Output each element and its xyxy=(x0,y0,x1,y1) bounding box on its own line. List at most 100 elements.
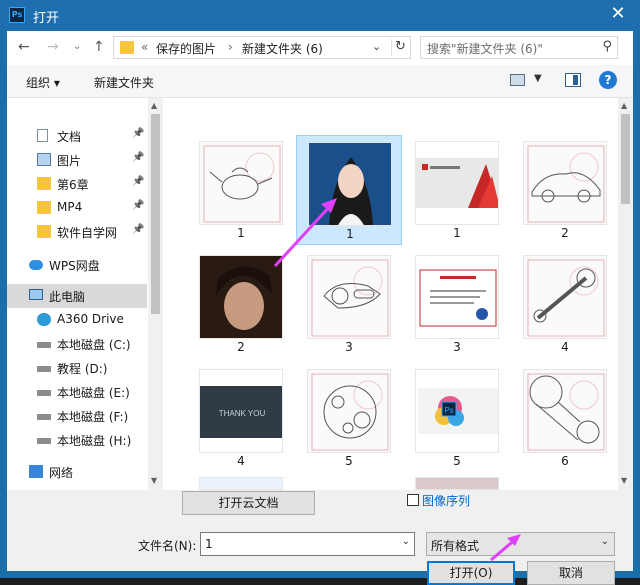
drive-icon xyxy=(37,390,51,396)
drive-icon xyxy=(37,366,51,372)
file-thumbnail xyxy=(199,141,283,225)
file-tile[interactable]: 1 xyxy=(296,135,402,245)
file-thumbnail xyxy=(523,141,607,225)
folder-icon xyxy=(120,41,134,54)
search-icon[interactable]: ⚲ xyxy=(602,39,612,54)
dialog-footer: 打开云文档 图像序列 文件名(N): 1 ⌄ 所有格式 ⌄ 打开(O) 取消 xyxy=(7,490,633,585)
pictures-icon xyxy=(37,153,51,166)
sidebar-item[interactable]: 教程 (D:) xyxy=(7,356,147,380)
filename-input[interactable]: 1 ⌄ xyxy=(200,532,415,556)
pin-icon[interactable]: 📌 xyxy=(132,128,144,139)
pin-icon[interactable]: 📌 xyxy=(132,224,144,235)
file-type-chevron-icon[interactable]: ⌄ xyxy=(601,536,609,547)
image-sequence-checkbox[interactable] xyxy=(407,494,419,506)
sidebar-item[interactable]: 本地磁盘 (F:) xyxy=(7,404,147,428)
content-scroll-up-icon[interactable]: ▲ xyxy=(621,101,627,110)
file-thumbnail: THANK YOU xyxy=(199,369,283,453)
pin-icon[interactable]: 📌 xyxy=(132,200,144,211)
file-tile[interactable]: 4 xyxy=(512,249,618,359)
sidebar-item[interactable]: 本地磁盘 (E:) xyxy=(7,380,147,404)
organize-menu[interactable]: 组织 ▾ xyxy=(26,74,60,91)
back-button[interactable]: ← xyxy=(18,39,30,55)
file-tile[interactable] xyxy=(404,477,510,490)
dialog-title: 打开 xyxy=(33,11,60,26)
sidebar-item-label: 教程 (D:) xyxy=(57,362,108,376)
file-tile[interactable] xyxy=(188,477,294,490)
content-scroll-down-icon[interactable]: ▼ xyxy=(621,476,627,485)
refresh-icon[interactable]: ↻ xyxy=(391,39,409,56)
sidebar-item[interactable]: MP4 📌 xyxy=(7,196,147,220)
sidebar-item[interactable]: 本地磁盘 (H:) xyxy=(7,428,147,452)
view-options-chevron-icon[interactable]: ▼ xyxy=(534,73,542,84)
new-folder-button[interactable]: 新建文件夹 xyxy=(94,74,154,91)
breadcrumb-saved-pictures[interactable]: 保存的图片 xyxy=(156,40,216,57)
annotation-arrow xyxy=(490,534,521,562)
file-name: 1 xyxy=(453,226,461,240)
file-tile[interactable]: 5 xyxy=(296,363,402,473)
file-tile[interactable]: 3 xyxy=(404,249,510,359)
address-row: ← → ⌄ ↑ « 保存的图片 › 新建文件夹 (6) ⌄ ↻ 搜索"新建文件夹… xyxy=(7,31,633,65)
file-name: 1 xyxy=(237,226,245,240)
sidebar-item-label: 文档 xyxy=(57,130,82,144)
file-tile[interactable]: 2 xyxy=(512,135,618,245)
filename-label: 文件名(N): xyxy=(138,539,197,553)
pin-icon[interactable]: 📌 xyxy=(132,152,144,163)
search-box[interactable]: 搜索"新建文件夹 (6)" ⚲ xyxy=(420,36,618,59)
sidebar-item[interactable]: 软件自学网 📌 xyxy=(7,220,147,244)
sidebar-item[interactable]: 文档 📌 xyxy=(7,124,147,148)
sidebar-item[interactable]: 此电脑 xyxy=(7,284,147,308)
recent-locations-chevron-icon[interactable]: ⌄ xyxy=(73,41,81,52)
sidebar-item[interactable]: 本地磁盘 (C:) xyxy=(7,332,147,356)
scroll-down-arrow-icon[interactable]: ▼ xyxy=(151,476,157,485)
sidebar-item[interactable]: A360 Drive xyxy=(7,308,147,332)
file-name: 6 xyxy=(561,454,569,468)
file-name: 3 xyxy=(345,340,353,354)
file-thumbnail xyxy=(307,255,391,339)
image-sequence-label[interactable]: 图像序列 xyxy=(422,492,470,509)
file-name: 2 xyxy=(561,226,569,240)
file-type-value: 所有格式 xyxy=(431,539,480,553)
help-icon[interactable]: ? xyxy=(599,71,617,89)
sidebar-item-label: 网络 xyxy=(49,466,74,480)
preview-pane-icon[interactable] xyxy=(565,73,581,87)
sidebar-scroll-thumb[interactable] xyxy=(151,114,160,314)
file-tile[interactable]: 1 xyxy=(188,135,294,245)
sidebar-item-label: 图片 xyxy=(57,154,82,168)
cloud-icon xyxy=(29,260,43,270)
open-cloud-document-button[interactable]: 打开云文档 xyxy=(182,491,315,515)
file-tile[interactable]: Ps 5 xyxy=(404,363,510,473)
file-name: 2 xyxy=(237,340,245,354)
dialog-body: ← → ⌄ ↑ « 保存的图片 › 新建文件夹 (6) ⌄ ↻ 搜索"新建文件夹… xyxy=(7,31,633,585)
file-name: 5 xyxy=(453,454,461,468)
view-mode-icon[interactable] xyxy=(510,74,525,86)
close-button[interactable]: ✕ xyxy=(606,3,630,24)
file-thumbnail xyxy=(307,369,391,453)
file-tile[interactable]: 2 xyxy=(188,249,294,359)
sidebar-item[interactable]: WPS网盘 xyxy=(7,253,147,277)
content-scroll-thumb[interactable] xyxy=(621,114,630,204)
scroll-up-arrow-icon[interactable]: ▲ xyxy=(151,101,157,110)
file-tile[interactable]: 6 xyxy=(512,363,618,473)
address-dropdown-chevron-icon[interactable]: ⌄ xyxy=(372,40,381,53)
breadcrumb-current-folder[interactable]: 新建文件夹 (6) xyxy=(242,40,323,57)
address-bar[interactable]: « 保存的图片 › 新建文件夹 (6) ⌄ ↻ xyxy=(113,36,411,59)
file-tile[interactable]: 3 xyxy=(296,249,402,359)
pin-icon[interactable]: 📌 xyxy=(132,176,144,187)
sidebar-item[interactable]: 图片 📌 xyxy=(7,148,147,172)
file-tile[interactable]: 1 xyxy=(404,135,510,245)
document-icon xyxy=(37,129,48,142)
sidebar-item-label: 本地磁盘 (H:) xyxy=(57,434,132,448)
sidebar-scrollbar[interactable]: ▲ ▼ xyxy=(148,98,163,490)
overflow-crumb[interactable]: « xyxy=(141,40,148,54)
up-button[interactable]: ↑ xyxy=(93,39,105,55)
filename-dropdown-chevron-icon[interactable]: ⌄ xyxy=(402,536,410,547)
file-tile[interactable]: THANK YOU 4 xyxy=(188,363,294,473)
windows-drive-icon xyxy=(37,342,51,348)
content-scrollbar[interactable]: ▲ ▼ xyxy=(618,98,633,490)
folder-icon xyxy=(37,225,51,238)
forward-button[interactable]: → xyxy=(47,39,59,55)
sidebar-item[interactable]: 第6章 📌 xyxy=(7,172,147,196)
file-name: 3 xyxy=(453,340,461,354)
sidebar-item-label: 本地磁盘 (F:) xyxy=(57,410,129,424)
sidebar-item[interactable]: 网络 xyxy=(7,460,147,484)
